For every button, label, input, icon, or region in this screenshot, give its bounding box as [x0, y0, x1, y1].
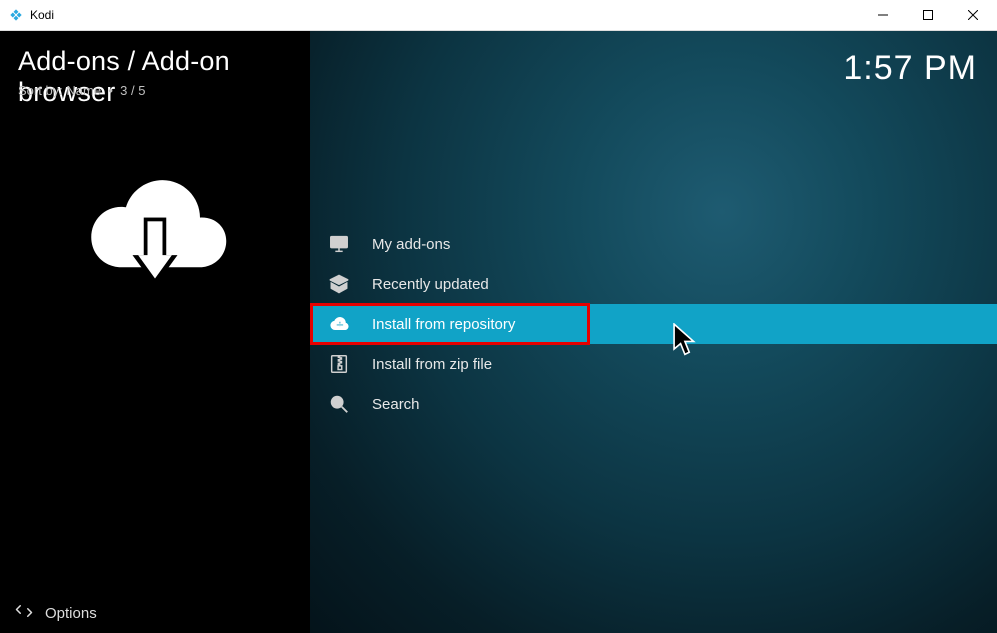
sort-sep: • — [105, 83, 120, 98]
list-position: 3 / 5 — [120, 83, 145, 98]
window-titlebar: Kodi — [0, 0, 997, 31]
window-controls — [860, 1, 995, 30]
menu-item-label: Install from repository — [372, 316, 515, 333]
clock: 1:57 PM — [843, 49, 977, 88]
window-title: Kodi — [30, 8, 54, 22]
menu-item-install-from-zip[interactable]: Install from zip file — [310, 344, 997, 384]
box-icon — [328, 273, 350, 295]
main-panel: 1:57 PM My add-ons Recently updated Inst… — [310, 31, 997, 633]
app-content: Add-ons / Add-on browser Sort by: Name •… — [0, 31, 997, 633]
options-button[interactable]: Options — [15, 602, 97, 624]
minimize-button[interactable] — [860, 1, 905, 30]
sort-value: Name — [66, 83, 101, 98]
zip-icon — [328, 353, 350, 375]
menu-item-label: Recently updated — [372, 276, 489, 293]
maximize-button[interactable] — [905, 1, 950, 30]
arrows-horizontal-icon — [15, 602, 33, 624]
monitor-icon — [328, 233, 350, 255]
menu-item-install-from-repository[interactable]: Install from repository — [310, 304, 997, 344]
cloud-plus-icon — [328, 313, 350, 335]
close-button[interactable] — [950, 1, 995, 30]
menu-item-label: Search — [372, 396, 420, 413]
menu-item-label: Install from zip file — [372, 356, 492, 373]
kodi-logo-icon — [8, 7, 24, 23]
sort-line[interactable]: Sort by: Name • 3 / 5 — [18, 83, 145, 98]
sort-label: Sort by: — [18, 83, 63, 98]
menu-item-recently-updated[interactable]: Recently updated — [310, 264, 997, 304]
menu-list: My add-ons Recently updated Install from… — [310, 224, 997, 424]
menu-item-my-addons[interactable]: My add-ons — [310, 224, 997, 264]
search-icon — [328, 393, 350, 415]
cloud-download-icon — [80, 166, 230, 296]
menu-item-search[interactable]: Search — [310, 384, 997, 424]
sidebar: Add-ons / Add-on browser Sort by: Name •… — [0, 31, 310, 633]
options-label: Options — [45, 605, 97, 622]
breadcrumb: Add-ons / Add-on browser — [18, 46, 310, 108]
menu-item-label: My add-ons — [372, 236, 450, 253]
